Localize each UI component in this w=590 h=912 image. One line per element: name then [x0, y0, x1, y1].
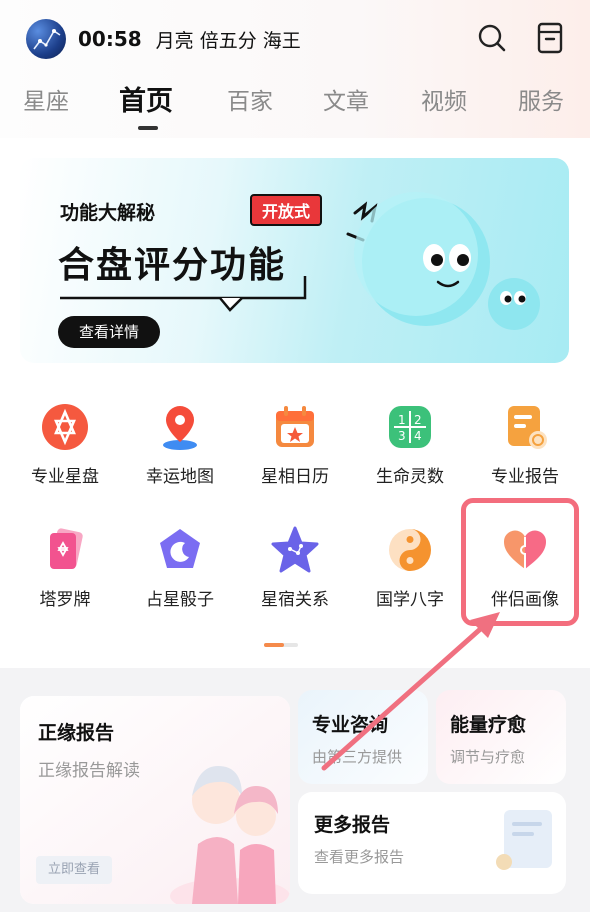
avatar[interactable]	[26, 19, 66, 59]
feature-bazi[interactable]: 国学八字	[351, 525, 469, 610]
card-subtitle: 由第三方提供	[312, 748, 403, 766]
card-subtitle: 查看更多报告	[314, 848, 405, 866]
feature-constellation-relation[interactable]: 星宿关系	[236, 525, 354, 610]
card-title: 更多报告	[314, 814, 391, 836]
dice-moon-icon	[155, 525, 205, 575]
report-section: 正缘报告 正缘报告解读 立即查看 专业咨询 由第三方提供 能量疗愈 调节与疗愈 …	[0, 668, 590, 912]
tab-baijia[interactable]: 百家	[227, 80, 273, 124]
star-of-david-icon	[40, 402, 90, 452]
feature-label: 星宿关系	[261, 590, 329, 610]
svg-text:4: 4	[414, 429, 422, 443]
feature-tarot[interactable]: 塔罗牌	[6, 525, 124, 610]
feature-professional-report[interactable]: 专业报告	[466, 402, 584, 487]
feature-professional-chart[interactable]: 专业星盘	[6, 402, 124, 487]
card-consult[interactable]: 专业咨询 由第三方提供	[298, 690, 428, 784]
feature-label: 国学八字	[376, 590, 444, 610]
svg-text:1: 1	[398, 413, 406, 427]
active-tab-indicator	[138, 126, 158, 130]
card-title: 专业咨询	[312, 714, 389, 736]
header: 00:58 月亮 倍五分 海王 星座 首页 百家 文章 视频 服务	[0, 0, 590, 138]
card-destiny-report[interactable]: 正缘报告 正缘报告解读 立即查看	[20, 696, 290, 904]
view-now-button[interactable]: 立即查看	[36, 856, 112, 884]
calendar-icon	[270, 402, 320, 452]
feature-label: 生命灵数	[376, 467, 444, 487]
feature-label: 专业报告	[491, 467, 559, 487]
status-time: 00:58	[78, 27, 142, 51]
tab-home[interactable]: 首页	[119, 80, 173, 124]
tab-videos[interactable]: 视频	[421, 80, 467, 124]
card-subtitle: 调节与疗愈	[450, 748, 526, 766]
highlight-box	[461, 498, 579, 626]
card-energy-healing[interactable]: 能量疗愈 调节与疗愈	[436, 690, 566, 784]
yin-yang-icon	[385, 525, 435, 575]
status-bar: 00:58 月亮 倍五分 海王	[26, 18, 301, 60]
star-icon	[270, 525, 320, 575]
feature-label: 占星骰子	[146, 590, 214, 610]
svg-text:2: 2	[414, 413, 422, 427]
tab-articles[interactable]: 文章	[323, 80, 369, 124]
banner-detail-button[interactable]: 查看详情	[58, 316, 160, 348]
feature-label: 专业星盘	[31, 467, 99, 487]
svg-text:3: 3	[398, 429, 406, 443]
card-more-reports[interactable]: 更多报告 查看更多报告	[298, 792, 566, 894]
feature-label: 星相日历	[261, 467, 329, 487]
promo-banner[interactable]: 功能大解秘 开放式 合盘评分功能 查看详情	[20, 158, 569, 363]
status-text: 月亮 倍五分 海王	[155, 29, 301, 52]
feature-astro-dice[interactable]: 占星骰子	[121, 525, 239, 610]
card-title: 正缘报告	[38, 722, 115, 744]
card-subtitle: 正缘报告解读	[38, 761, 140, 781]
tab-services[interactable]: 服务	[518, 80, 564, 124]
tab-xingzuo[interactable]: 星座	[23, 80, 69, 124]
page-indicator	[264, 643, 298, 647]
map-pin-icon	[155, 402, 205, 452]
feature-lucky-map[interactable]: 幸运地图	[121, 402, 239, 487]
tab-bar: 星座 首页 百家 文章 视频 服务	[0, 80, 590, 132]
feature-label: 幸运地图	[146, 467, 214, 487]
banner-title: 合盘评分功能	[58, 245, 287, 286]
search-icon[interactable]	[474, 20, 510, 56]
card-title: 能量疗愈	[450, 714, 527, 736]
report-icon	[500, 402, 550, 452]
bookmark-icon[interactable]	[532, 20, 568, 56]
feature-life-numbers[interactable]: 1234 生命灵数	[351, 402, 469, 487]
banner-badge: 开放式	[250, 194, 323, 226]
numbers-grid-icon: 1234	[385, 402, 435, 452]
feature-astro-calendar[interactable]: 星相日历	[236, 402, 354, 487]
tarot-card-icon	[40, 525, 90, 575]
feature-label: 塔罗牌	[39, 590, 91, 610]
banner-subtitle: 功能大解秘	[60, 202, 156, 224]
